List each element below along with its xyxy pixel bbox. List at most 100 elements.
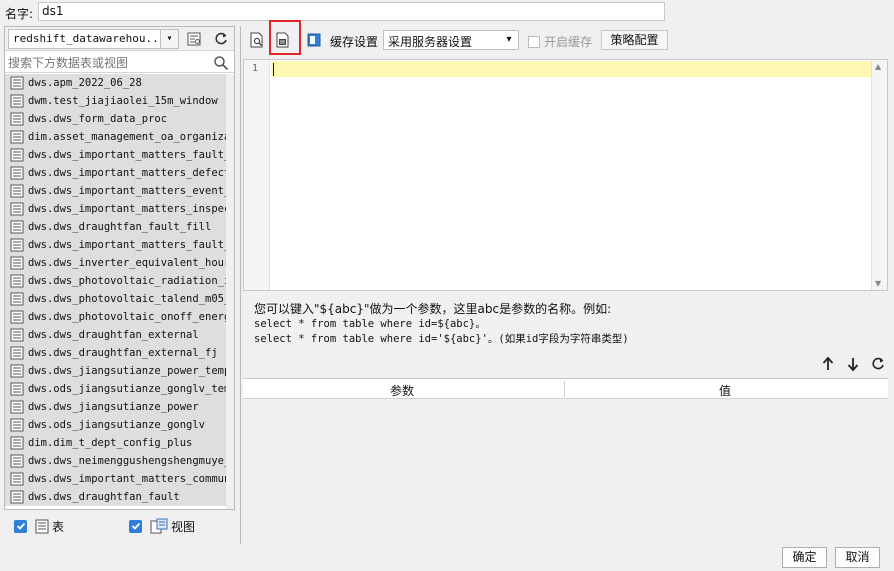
arrow-down-icon[interactable] (845, 356, 861, 372)
table-name: dws.dws_neimenggushengshengmuye_g (28, 455, 226, 467)
table-list-item[interactable]: dws.dws_important_matters_event_p (5, 182, 226, 200)
hint-line-3: select * from table where id='${abc}'。(如… (254, 333, 629, 345)
table-list-item[interactable]: dws.dws_important_matters_communi (5, 470, 226, 488)
table-name: dws.dws_important_matters_fault_e (28, 149, 226, 161)
table-search-input[interactable] (8, 54, 208, 71)
hint-line-1: 您可以键入"${abc}"做为一个参数，这里abc是参数的名称。例如: (254, 302, 612, 316)
table-icon (10, 238, 24, 252)
check-icon (131, 522, 140, 530)
table-list-item[interactable]: dws.dws_draughtfan_fault_fill (5, 218, 226, 236)
table-icon (10, 490, 24, 504)
scroll-up-icon[interactable]: ▲ (875, 62, 881, 71)
table-name: dws.dws_jiangsutianze_power (28, 401, 199, 413)
table-name: dws.dws_important_matters_defect (28, 167, 226, 179)
list-settings-icon (187, 32, 201, 46)
table-icon (10, 148, 24, 162)
table-list-scrollbar[interactable] (226, 74, 234, 509)
filter-tables[interactable]: 表 (14, 516, 64, 536)
table-name: dws.dws_photovoltaic_talend_m05_f (28, 293, 226, 305)
hint-line-2: select * from table where id=${abc}。 (254, 318, 486, 330)
table-name: dim.dim_t_dept_config_plus (28, 437, 193, 449)
table-list-item[interactable]: dws.dws_neimenggushengshengmuye_g (5, 452, 226, 470)
table-list-item[interactable]: dws.dws_important_matters_fault_e (5, 146, 226, 164)
search-icon[interactable] (213, 55, 229, 71)
preview-button[interactable] (246, 30, 268, 50)
arrow-up-icon[interactable] (820, 356, 836, 372)
panel-divider[interactable] (240, 26, 241, 544)
scroll-down-icon[interactable]: ▼ (875, 279, 881, 288)
cache-settings-button[interactable] (303, 30, 325, 50)
column-header-param[interactable]: 参数 (390, 382, 414, 399)
table-list-item[interactable]: dws.dws_important_matters_inspect (5, 200, 226, 218)
chevron-down-icon[interactable]: ▾ (160, 30, 178, 48)
cache-mode-value: 采用服务器设置 (388, 35, 473, 49)
strategy-config-button[interactable]: 策略配置 (601, 30, 668, 50)
table-icon (10, 184, 24, 198)
parameter-table: 参数 值 (243, 378, 888, 543)
refresh-button[interactable] (210, 29, 232, 49)
table-list-item[interactable]: dws.dws_photovoltaic_radiation_ir (5, 272, 226, 290)
table-name: dim.asset_management_oa_organizat (28, 131, 226, 143)
table-name: dws.ods_jiangsutianze_gonglv_temp (28, 383, 226, 395)
column-separator[interactable] (564, 381, 565, 397)
table-list-item[interactable]: dws.dws_draughtfan_fault (5, 488, 226, 506)
cache-icon (307, 33, 321, 47)
filter-views[interactable]: 视图 (129, 516, 195, 536)
ok-button[interactable]: 确定 (782, 547, 827, 568)
table-name: dws.dws_photovoltaic_radiation_ir (28, 275, 226, 287)
switch-view-button[interactable] (183, 29, 205, 49)
table-list-item[interactable]: dws.dws_photovoltaic_onoff_energy (5, 308, 226, 326)
table-list-item[interactable]: dws.dws_important_matters_fault_f (5, 236, 226, 254)
connection-select[interactable]: redshift_datawarehou... ▾ (8, 29, 179, 49)
table-name: dwm.test_jiajiaolei_15m_window (28, 95, 218, 107)
data-source-panel: redshift_datawarehou... ▾ dws. (4, 26, 235, 510)
table-name: dws.dws_draughtfan_fault_fill (28, 221, 212, 233)
sql-toolbar: 缓存设置 采用服务器设置 ▾ 开启缓存 策略配置 (245, 27, 890, 53)
table-icon (10, 436, 24, 450)
table-list-item[interactable]: dws.ods_jiangsutianze_gonglv_temp (5, 380, 226, 398)
table-icon (10, 328, 24, 342)
table-list-item[interactable]: dws.dws_important_matters_defect (5, 164, 226, 182)
table-icon (10, 346, 24, 360)
cache-settings-label: 缓存设置 (330, 35, 379, 49)
table-name: dws.apm_2022_06_28 (28, 77, 142, 89)
table-list-item[interactable]: dws.ods_jiangsutianze_gonglv (5, 416, 226, 434)
table-list-item[interactable]: dwm.test_jiajiaolei_15m_window (5, 92, 226, 110)
enable-cache-label: 开启缓存 (544, 35, 593, 49)
name-input[interactable]: ds1 (38, 2, 665, 21)
enable-cache-toggle[interactable]: 开启缓存 (528, 33, 592, 50)
cancel-button[interactable]: 取消 (835, 547, 880, 568)
view-icon (150, 518, 168, 534)
table-name: dws.dws_important_matters_communi (28, 473, 226, 485)
table-list-item[interactable]: dws.dws_jiangsutianze_power_temp (5, 362, 226, 380)
name-row: 名字: ds1 (0, 0, 894, 24)
cache-mode-select[interactable]: 采用服务器设置 ▾ (383, 30, 519, 50)
editor-scrollbar[interactable]: ▲ ▼ (871, 60, 887, 290)
chevron-down-icon[interactable]: ▾ (500, 31, 518, 49)
table-name: dws.dws_photovoltaic_onoff_energy (28, 311, 226, 323)
table-list-item[interactable]: dim.dim_t_dept_config_plus (5, 434, 226, 452)
table-icon (10, 382, 24, 396)
refresh-icon (215, 32, 227, 45)
table-filter-checkbox[interactable] (14, 519, 27, 533)
sql-editor[interactable]: 1 ▲ ▼ (243, 59, 888, 291)
table-list-item[interactable]: dim.asset_management_oa_organizat (5, 128, 226, 146)
active-line[interactable] (271, 61, 871, 77)
table-list-item[interactable]: dws.dws_draughtfan_external (5, 326, 226, 344)
table-list-item[interactable]: dws.dws_draughtfan_external_fj (5, 344, 226, 362)
table-list-item[interactable]: dws.apm_2022_06_28 (5, 74, 226, 92)
column-header-value[interactable]: 值 (719, 382, 731, 399)
table-list-item[interactable]: dws.dws_form_data_proc (5, 110, 226, 128)
table-name: dws.dws_draughtfan_external_fj (28, 347, 218, 359)
table-search-row (5, 52, 234, 73)
text-cursor (273, 63, 274, 76)
enable-cache-checkbox[interactable] (528, 35, 540, 48)
table-list-item[interactable]: dws.dws_photovoltaic_talend_m05_f (5, 290, 226, 308)
table-list-item[interactable]: dws.dws_jiangsutianze_power (5, 398, 226, 416)
table-name: dws.dws_jiangsutianze_power_temp (28, 365, 226, 377)
name-label: 名字: (5, 7, 34, 21)
table-list-item[interactable]: dws.dws_inverter_equivalent_hours (5, 254, 226, 272)
view-filter-checkbox[interactable] (129, 519, 142, 533)
connection-select-value: redshift_datawarehou... (13, 32, 166, 45)
refresh-icon[interactable] (870, 356, 886, 372)
